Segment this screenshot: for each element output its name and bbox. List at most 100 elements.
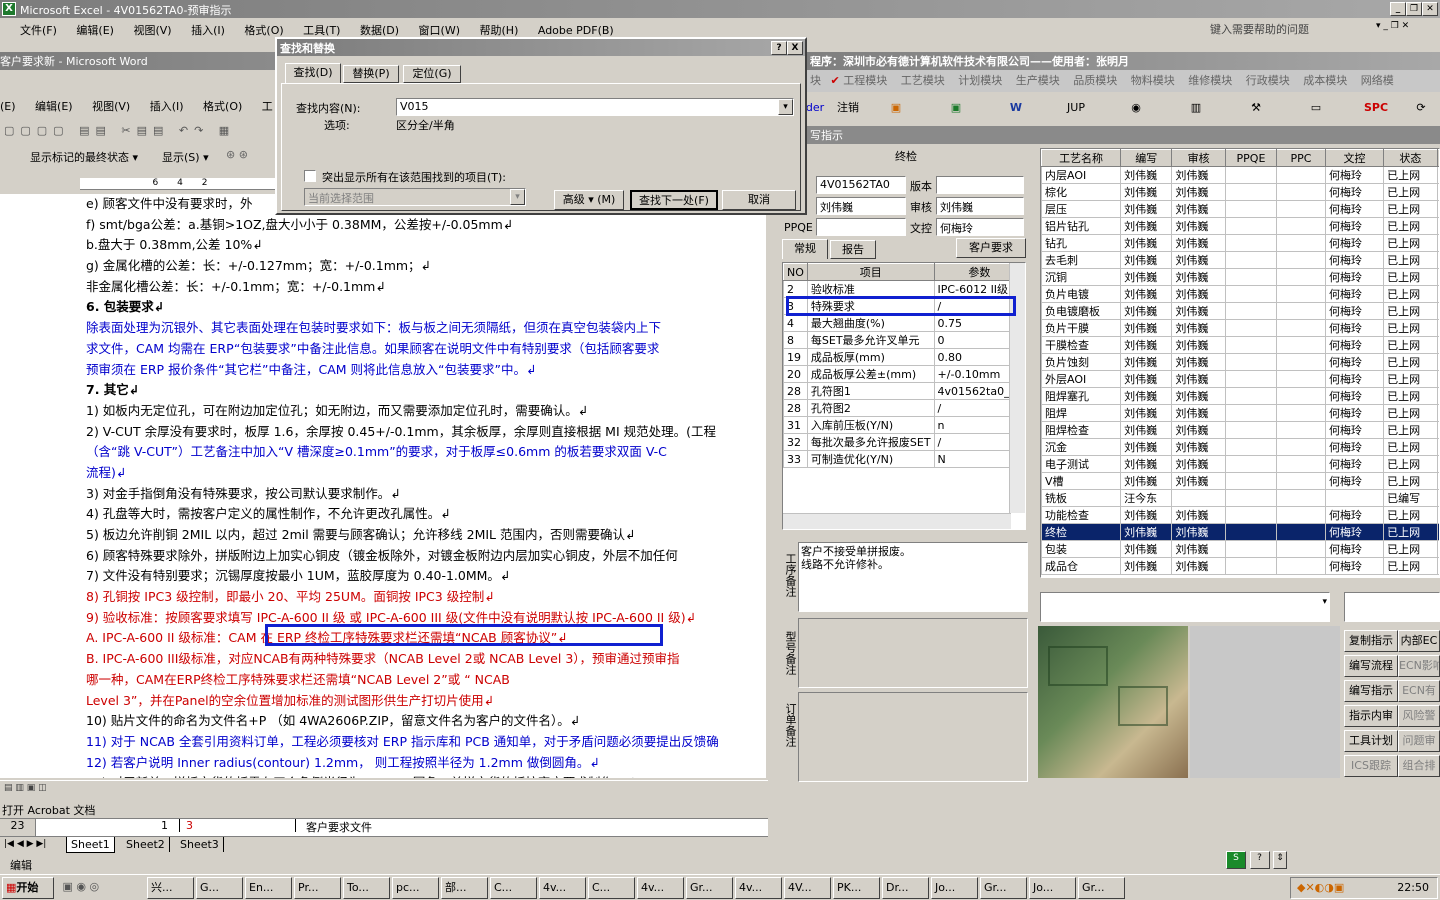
find-dropdown-icon[interactable]: ▾	[778, 99, 793, 115]
process-row[interactable]: 负片干膜 刘伟巍 刘伟巍 何梅玲 已上网	[1041, 319, 1439, 337]
process-row[interactable]: 棕化 刘伟巍 刘伟巍 何梅玲 已上网	[1041, 183, 1439, 201]
param-row[interactable]: 2 验收标准 IPC-6012 II级	[783, 280, 1025, 298]
help-question-input[interactable]: 键入需要帮助的问题	[1210, 21, 1309, 37]
menu-tools[interactable]: 工具(T)	[303, 24, 340, 37]
excel-doc-controls[interactable]: ▾ _ ❐ ✕	[1376, 21, 1409, 31]
toolbar-eye-icon[interactable]: ◉	[1106, 96, 1166, 122]
word-menu-edit[interactable]: 编辑(E)	[35, 100, 73, 113]
process-header[interactable]: 编写	[1120, 149, 1173, 167]
restore-icon[interactable]: ❐	[1406, 2, 1422, 16]
process-row[interactable]: 钻孔 刘伟巍 刘伟巍 何梅玲 已上网	[1041, 234, 1439, 252]
tray-icons[interactable]: ◆✕◐◑▣	[1297, 881, 1344, 894]
task-button[interactable]: 4v...	[637, 877, 684, 899]
process-row[interactable]: 阻焊检查 刘伟巍 刘伟巍 何梅玲 已上网	[1041, 421, 1439, 439]
minimize-icon[interactable]: _	[1390, 2, 1406, 16]
process-row[interactable]: 成品仓 刘伟巍 刘伟巍 何梅玲 已上网	[1041, 557, 1439, 575]
module-quality[interactable]: 品质模块	[1073, 74, 1117, 87]
show-markup-button[interactable]: 显示(S) ▾	[162, 149, 209, 165]
task-button[interactable]: Jo...	[931, 877, 978, 899]
sheet-tab-2[interactable]: Sheet2	[122, 837, 170, 852]
sheet-tab-1[interactable]: Sheet1	[66, 837, 115, 853]
param-row[interactable]: 31 入库前压板(Y/N) n	[783, 416, 1025, 434]
toolbar-word-icon[interactable]: W	[986, 96, 1046, 122]
process-row[interactable]: 层压 刘伟巍 刘伟巍 何梅玲 已上网	[1041, 200, 1439, 218]
menu-file[interactable]: 文件(F)	[20, 24, 57, 37]
task-button[interactable]: C...	[490, 877, 537, 899]
process-row[interactable]: 铝片钻孔 刘伟巍 刘伟巍 何梅玲 已上网	[1041, 217, 1439, 235]
spin-icon[interactable]: ⇕	[1273, 851, 1287, 869]
toolbar-spc[interactable]: SPC	[1346, 96, 1406, 122]
module-plan[interactable]: 计划模块	[958, 74, 1002, 87]
process-row[interactable]: 负电镀磨板 刘伟巍 刘伟巍 何梅玲 已上网	[1041, 302, 1439, 320]
task-button[interactable]: Pr...	[294, 877, 341, 899]
task-button[interactable]: En...	[245, 877, 292, 899]
process-row[interactable]: 外层AOI 刘伟巍 刘伟巍 何梅玲 已上网	[1041, 370, 1439, 388]
param-row[interactable]: 8 每SET最多允许叉单元 0	[783, 331, 1025, 349]
menu-format[interactable]: 格式(O)	[244, 24, 283, 37]
quick-launch-icons[interactable]: ▣ ◉ ◎	[60, 877, 142, 899]
module-process[interactable]: 工艺模块	[901, 74, 945, 87]
process-header[interactable]: 工艺名称	[1041, 149, 1122, 167]
find-next-button[interactable]: 查找下一处(F)	[630, 190, 718, 210]
process-row[interactable]: 包装 刘伟巍 刘伟巍 何梅玲 已上网	[1041, 540, 1439, 558]
process-row[interactable]: 阻焊塞孔 刘伟巍 刘伟巍 何梅玲 已上网	[1041, 387, 1439, 405]
process-row[interactable]: 沉铜 刘伟巍 刘伟巍 何梅玲 已上网	[1041, 268, 1439, 286]
order-note-field[interactable]	[798, 692, 1028, 782]
process-row[interactable]: 负片蚀刻 刘伟巍 刘伟巍 何梅玲 已上网	[1041, 353, 1439, 371]
action-button[interactable]: 组合排	[1398, 755, 1440, 777]
process-header[interactable]: PPQE	[1224, 149, 1278, 167]
cancel-button[interactable]: 取消	[722, 190, 796, 210]
task-button[interactable]: pc...	[392, 877, 439, 899]
review-nav-icons[interactable]: ⊛ ⊛	[226, 148, 248, 161]
process-row[interactable]: 功能检查 刘伟巍 刘伟巍 何梅玲 已上网	[1041, 506, 1439, 524]
word-menu-file[interactable]: (E)	[0, 100, 16, 113]
customer-requirement-button[interactable]: 客户要求	[956, 238, 1026, 258]
process-row[interactable]: 负片电镀 刘伟巍 刘伟巍 何梅玲 已上网	[1041, 285, 1439, 303]
scope-dropdown-icon[interactable]: ▾	[510, 189, 525, 205]
logout-button[interactable]: 注销	[830, 96, 866, 122]
secondary-input[interactable]	[1344, 592, 1440, 622]
task-button[interactable]: 兴...	[147, 877, 194, 899]
action-button[interactable]: 内部EC	[1398, 630, 1440, 652]
process-row[interactable]: V槽 刘伟巍 刘伟巍 何梅玲 已上网	[1041, 472, 1439, 490]
sheet-tab-3[interactable]: Sheet3	[176, 837, 224, 852]
process-row[interactable]: 电子测试 刘伟巍 刘伟巍 何梅玲 已上网	[1041, 455, 1439, 473]
word-standard-toolbar[interactable]: ▢▢▢▢ ▤▤ ✂▤▤ ↶↷ ▦	[4, 124, 274, 140]
module-production[interactable]: 生产模块	[1016, 74, 1060, 87]
module-repair[interactable]: 维修模块	[1188, 74, 1232, 87]
search-combo[interactable]: ▾	[1040, 592, 1330, 622]
action-button[interactable]: ECN影响	[1398, 655, 1440, 677]
action-button[interactable]: 编写指示	[1344, 680, 1398, 702]
param-row[interactable]: 32 每批次最多允许报废SET /	[783, 433, 1025, 451]
process-row[interactable]: 铣板 汪今东 已编写	[1041, 489, 1439, 507]
menu-data[interactable]: 数据(D)	[360, 24, 399, 37]
start-button[interactable]: ▦开始	[2, 877, 54, 899]
action-button[interactable]: 问题审	[1398, 730, 1440, 752]
task-button[interactable]: Gr...	[1078, 877, 1125, 899]
param-hscroll[interactable]	[783, 513, 1011, 529]
process-header[interactable]: 文控	[1324, 149, 1385, 167]
writer-field[interactable]: 刘伟巍	[816, 197, 906, 215]
advanced-button[interactable]: 高级 ▾ (M)	[554, 190, 624, 210]
tab-replace[interactable]: 替换(P)	[343, 65, 399, 83]
task-button[interactable]: C...	[588, 877, 635, 899]
task-button[interactable]: Gr...	[686, 877, 733, 899]
process-row[interactable]: 沉金 刘伟巍 刘伟巍 何梅玲 已上网	[1041, 438, 1439, 456]
process-row[interactable]: 内层AOI 刘伟巍 刘伟巍 何梅玲 已上网	[1041, 166, 1439, 184]
action-button[interactable]: ECN有	[1398, 680, 1440, 702]
task-button[interactable]: 部...	[441, 877, 488, 899]
cell-b[interactable]: 1	[150, 819, 180, 832]
scope-select[interactable]: 当前选择范围 ▾	[304, 188, 526, 206]
module-engineering[interactable]: 工程模块	[843, 74, 887, 87]
param-row[interactable]: 19 成品板厚(mm) 0.80	[783, 348, 1025, 366]
cell-c[interactable]: 3	[186, 819, 296, 832]
action-button[interactable]: ICS跟踪	[1344, 755, 1398, 777]
document-body[interactable]: e) 顾客文件中没有要求时，外 f) smt/bga公差：a.基铜>1OZ,盘大小…	[80, 194, 766, 778]
action-button[interactable]: 工具计划	[1344, 730, 1398, 752]
task-button[interactable]: To...	[343, 877, 390, 899]
process-header[interactable]: 状态	[1383, 149, 1438, 167]
ppqe-field[interactable]	[816, 218, 906, 236]
menu-window[interactable]: 窗口(W)	[419, 24, 460, 37]
word-menu-view[interactable]: 视图(V)	[92, 100, 130, 113]
dialog-close-icon[interactable]: X	[787, 41, 803, 55]
